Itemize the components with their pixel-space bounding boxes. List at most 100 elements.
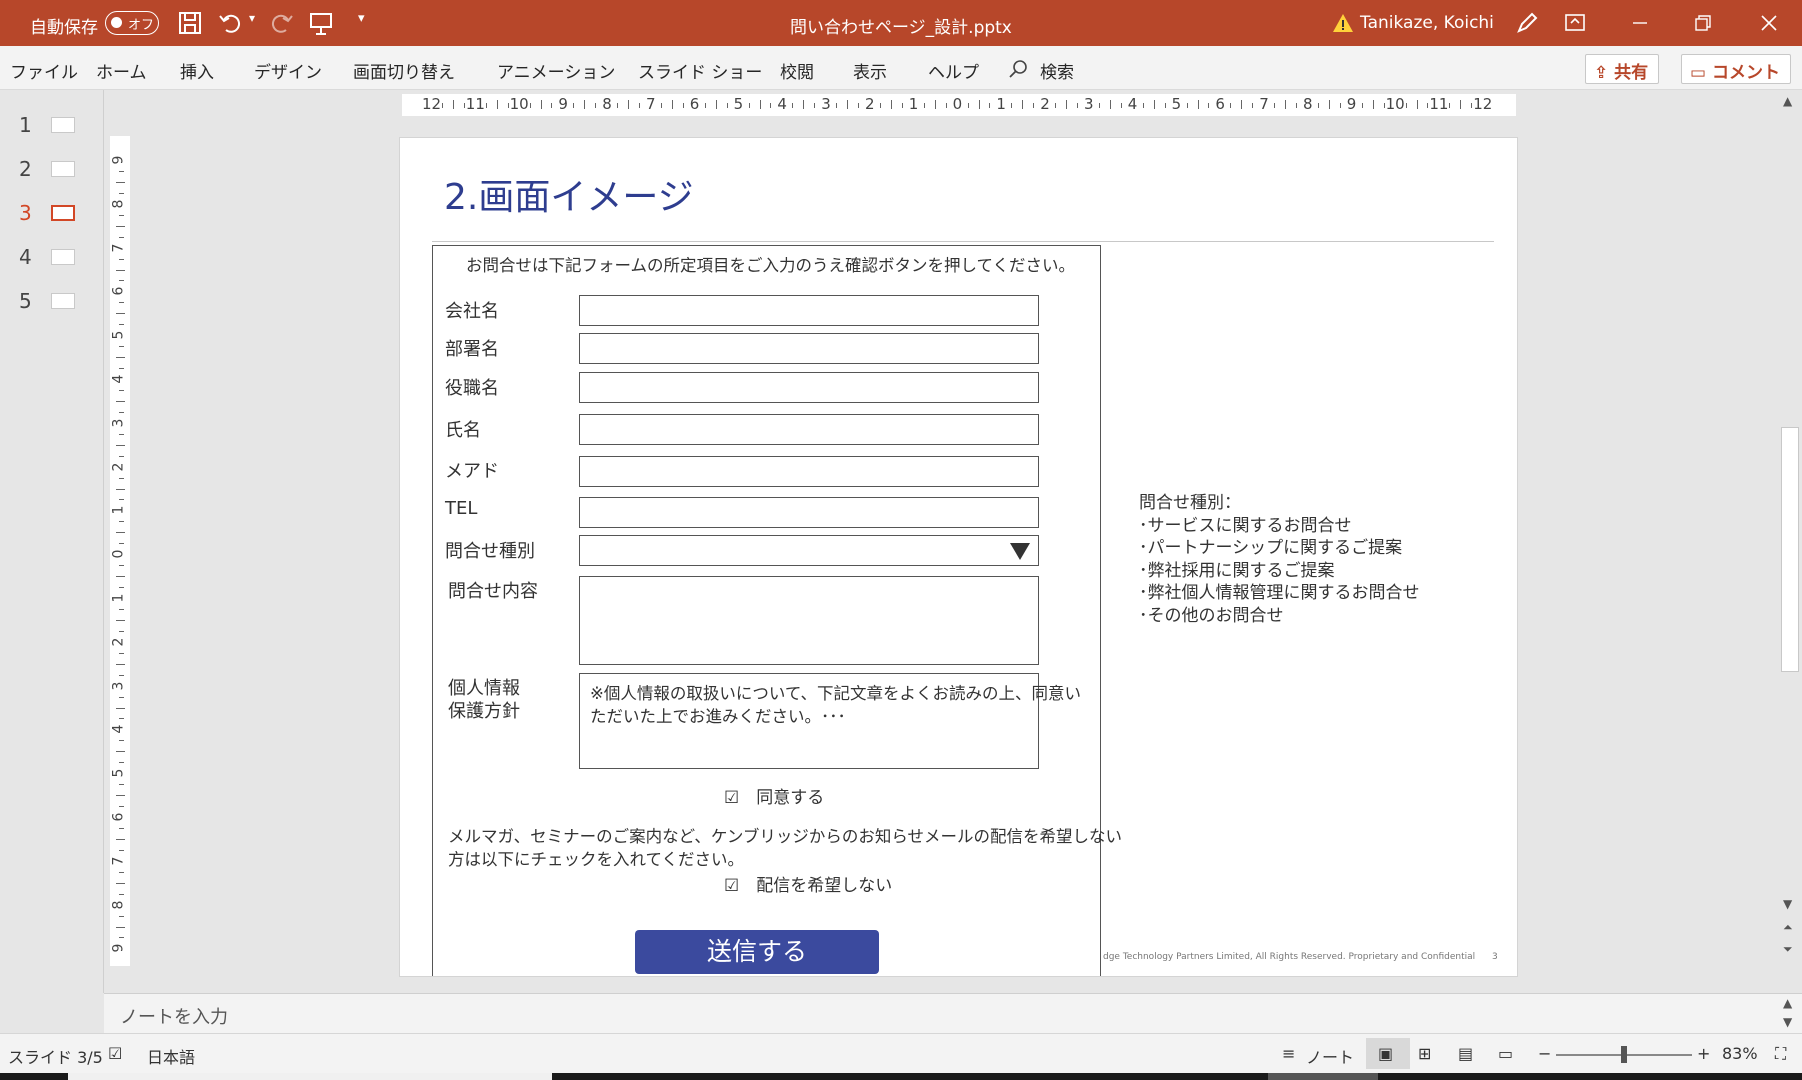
status-bar: スライド 3/5 ☑ 日本語 ≡ ノート ▣ ⊞ ▤ ▭ − + 83% ⛶	[0, 1033, 1802, 1073]
redo-icon[interactable]	[268, 10, 294, 36]
slide-canvas[interactable]: 2.画面イメージ お問合せは下記フォームの所定項目をご入力のうえ確認ボタンを押し…	[399, 137, 1518, 977]
share-button[interactable]: ⇪ 共有	[1585, 54, 1660, 84]
pen-icon[interactable]	[1514, 10, 1540, 36]
tab-insert[interactable]: 挿入	[180, 58, 214, 83]
ruler-tick	[452, 100, 454, 109]
tab-view[interactable]: 表示	[853, 58, 887, 83]
slide-counter[interactable]: スライド 3/5	[8, 1044, 103, 1068]
ruler-label: 2	[110, 462, 127, 472]
zoom-level[interactable]: 83%	[1722, 1044, 1758, 1063]
submit-button[interactable]: 送信する	[635, 930, 879, 974]
privacy-policy-box[interactable]: ※個人情報の取扱いについて、下記文章をよくお読みの上、同意い ただいた上でお進み…	[579, 673, 1081, 769]
notes-scrollbar[interactable]: ▲ ▼	[1778, 993, 1802, 1033]
notes-toggle-icon[interactable]: ≡	[1282, 1044, 1295, 1063]
notes-toggle-label[interactable]: ノート	[1306, 1044, 1354, 1068]
zoom-out-icon[interactable]: −	[1538, 1044, 1551, 1063]
ruler-tick	[119, 521, 124, 523]
slide-sorter-icon[interactable]: ⊞	[1418, 1044, 1431, 1063]
inquiry-content-textarea[interactable]	[579, 576, 1039, 665]
toggle-knob	[111, 17, 122, 28]
ruler-tick	[989, 103, 991, 108]
slide-thumbnail-3[interactable]	[51, 205, 75, 221]
search-icon[interactable]	[1008, 59, 1028, 79]
ruler-tick	[119, 937, 124, 939]
notes-pane[interactable]: ノートを入力	[104, 993, 1778, 1033]
ruler-tick	[119, 674, 124, 676]
scroll-up-icon[interactable]: ▲	[1783, 94, 1792, 108]
ruler-tick	[119, 696, 124, 698]
privacy-text-1: ※個人情報の取扱いについて、下記文章をよくお読みの上、同意い	[590, 684, 1082, 703]
normal-view-icon[interactable]: ▣	[1378, 1044, 1393, 1063]
label-inquiry-type: 問合せ種別	[445, 541, 535, 562]
ruler-label: 11	[465, 95, 485, 113]
tab-home[interactable]: ホーム	[96, 58, 147, 83]
autosave-toggle[interactable]: オフ	[105, 11, 159, 35]
previous-slide-icon[interactable]: ⏶	[1783, 920, 1793, 935]
name-field[interactable]	[579, 414, 1039, 445]
slide-thumbnail-5[interactable]	[51, 293, 75, 309]
tab-transitions[interactable]: 画面切り替え	[353, 58, 455, 83]
undo-icon[interactable]	[218, 10, 244, 36]
email-field[interactable]	[579, 456, 1039, 487]
presentation-icon[interactable]	[308, 10, 334, 36]
tab-animations[interactable]: アニメーション	[497, 58, 615, 83]
ruler-tick	[1153, 100, 1155, 109]
user-name[interactable]: Tanikaze, Koichi	[1360, 13, 1494, 33]
next-slide-icon[interactable]: ⏷	[1783, 942, 1793, 957]
note-item: ･パートナーシップに関するご提案	[1139, 538, 1403, 558]
ruler-tick	[1022, 100, 1024, 109]
tab-slideshow[interactable]: スライド ショー	[638, 58, 762, 83]
slide-thumbnail-1[interactable]	[51, 117, 75, 133]
ruler-label: 12	[1473, 95, 1493, 113]
restore-icon[interactable]	[1690, 10, 1716, 36]
slide-thumbnail-4[interactable]	[51, 249, 75, 265]
ruler-tick	[116, 751, 125, 753]
slide-title[interactable]: 2.画面イメージ	[444, 168, 694, 220]
ruler-tick	[1427, 103, 1429, 108]
inquiry-type-select[interactable]	[579, 535, 1039, 566]
tab-file[interactable]: ファイル	[10, 58, 78, 83]
ruler-tick	[116, 400, 125, 402]
undo-dropdown-icon[interactable]: ▾	[249, 11, 255, 25]
scroll-thumb[interactable]	[1781, 427, 1799, 672]
ruler-label: 2	[110, 637, 127, 647]
customize-qat-icon[interactable]: ▾	[358, 11, 365, 26]
minimize-icon[interactable]	[1627, 10, 1653, 36]
zoom-in-icon[interactable]: +	[1697, 1044, 1710, 1063]
zoom-slider-thumb[interactable]	[1621, 1046, 1627, 1063]
slideshow-view-icon[interactable]: ▭	[1498, 1044, 1513, 1063]
ribbon-display-icon[interactable]	[1562, 10, 1588, 36]
form-mockup[interactable]: お問合せは下記フォームの所定項目をご入力のうえ確認ボタンを押してください。 会社…	[432, 245, 1122, 976]
scroll-down-icon[interactable]: ▼	[1783, 1015, 1792, 1029]
close-icon[interactable]	[1756, 10, 1782, 36]
comment-button[interactable]: ▭ コメント	[1681, 54, 1791, 84]
reading-view-icon[interactable]: ▤	[1458, 1044, 1473, 1063]
warning-icon[interactable]	[1332, 12, 1354, 34]
ruler-label: 6	[1215, 95, 1225, 113]
scroll-down-icon[interactable]: ▼	[1783, 897, 1792, 911]
position-field[interactable]	[579, 372, 1039, 403]
inquiry-type-note[interactable]: 問合せ種別： ･サービスに関するお問合せ ･パートナーシップに関するご提案 ･弊…	[1139, 492, 1420, 627]
tab-design[interactable]: デザイン	[254, 58, 322, 83]
ruler-tick	[671, 100, 673, 109]
ruler-tick	[1285, 100, 1287, 109]
ruler-tick	[496, 100, 498, 109]
language[interactable]: 日本語	[147, 1044, 195, 1068]
agree-checkbox[interactable]: ☑ 同意する	[724, 783, 824, 808]
ruler-tick	[119, 236, 124, 238]
scroll-up-icon[interactable]: ▲	[1783, 996, 1792, 1010]
ruler-tick	[1317, 103, 1319, 108]
no-mail-checkbox[interactable]: ☑ 配信を希望しない	[724, 871, 892, 896]
tel-field[interactable]	[579, 497, 1039, 528]
save-icon[interactable]	[177, 10, 203, 36]
vertical-scrollbar[interactable]: ▲ ▼ ⏶ ⏷	[1778, 90, 1802, 993]
tab-help[interactable]: ヘルプ	[928, 58, 979, 83]
slide-thumbnail-2[interactable]	[51, 161, 75, 177]
tab-search[interactable]: 検索	[1040, 58, 1074, 83]
ruler-tick	[1186, 103, 1188, 108]
department-field[interactable]	[579, 333, 1039, 364]
tab-review[interactable]: 校閲	[780, 58, 814, 83]
company-field[interactable]	[579, 295, 1039, 326]
fit-to-window-icon[interactable]: ⛶	[1775, 1044, 1786, 1064]
proofing-icon[interactable]: ☑	[108, 1044, 122, 1063]
